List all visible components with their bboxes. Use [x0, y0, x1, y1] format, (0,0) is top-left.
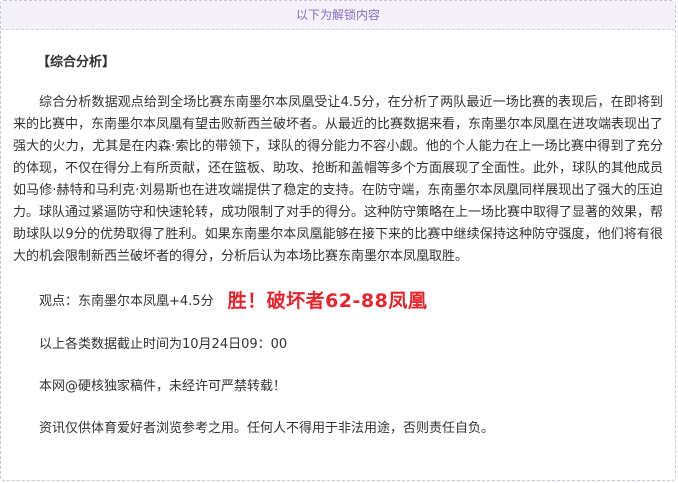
- disclaimer-note: 资讯仅供体育爱好者浏览参考之用。任何人不得用于非法用途，否则责任自负。: [39, 421, 495, 436]
- unlock-banner-text: 以下为解锁内容: [295, 8, 380, 22]
- data-deadline-note: 以上各类数据截止时间为10月24日09：00: [39, 337, 288, 352]
- unlocked-content-box: 以下为解锁内容 【综合分析】 综合分析数据观点给到全场比赛东南墨尔本凤凰受让4.…: [0, 0, 676, 481]
- copyright-note: 本网@硬核独家稿件，未经许可严禁转载！: [39, 379, 287, 394]
- article-body: 【综合分析】 综合分析数据观点给到全场比赛东南墨尔本凤凰受让4.5分，在分析了两…: [13, 30, 663, 438]
- unlock-banner: 以下为解锁内容: [1, 1, 675, 30]
- section-title: 【综合分析】: [37, 55, 116, 70]
- analysis-paragraph: 综合分析数据观点给到全场比赛东南墨尔本凤凰受让4.5分，在分析了两队最近一场比赛…: [13, 95, 664, 264]
- prediction-label: 观点：东南墨尔本凤凰+4.5分: [39, 293, 214, 309]
- result-highlight: 胜！破坏者62-88凤凰: [227, 289, 428, 312]
- prediction-row: 观点：东南墨尔本凤凰+4.5分 胜！破坏者62-88凤凰: [39, 284, 663, 314]
